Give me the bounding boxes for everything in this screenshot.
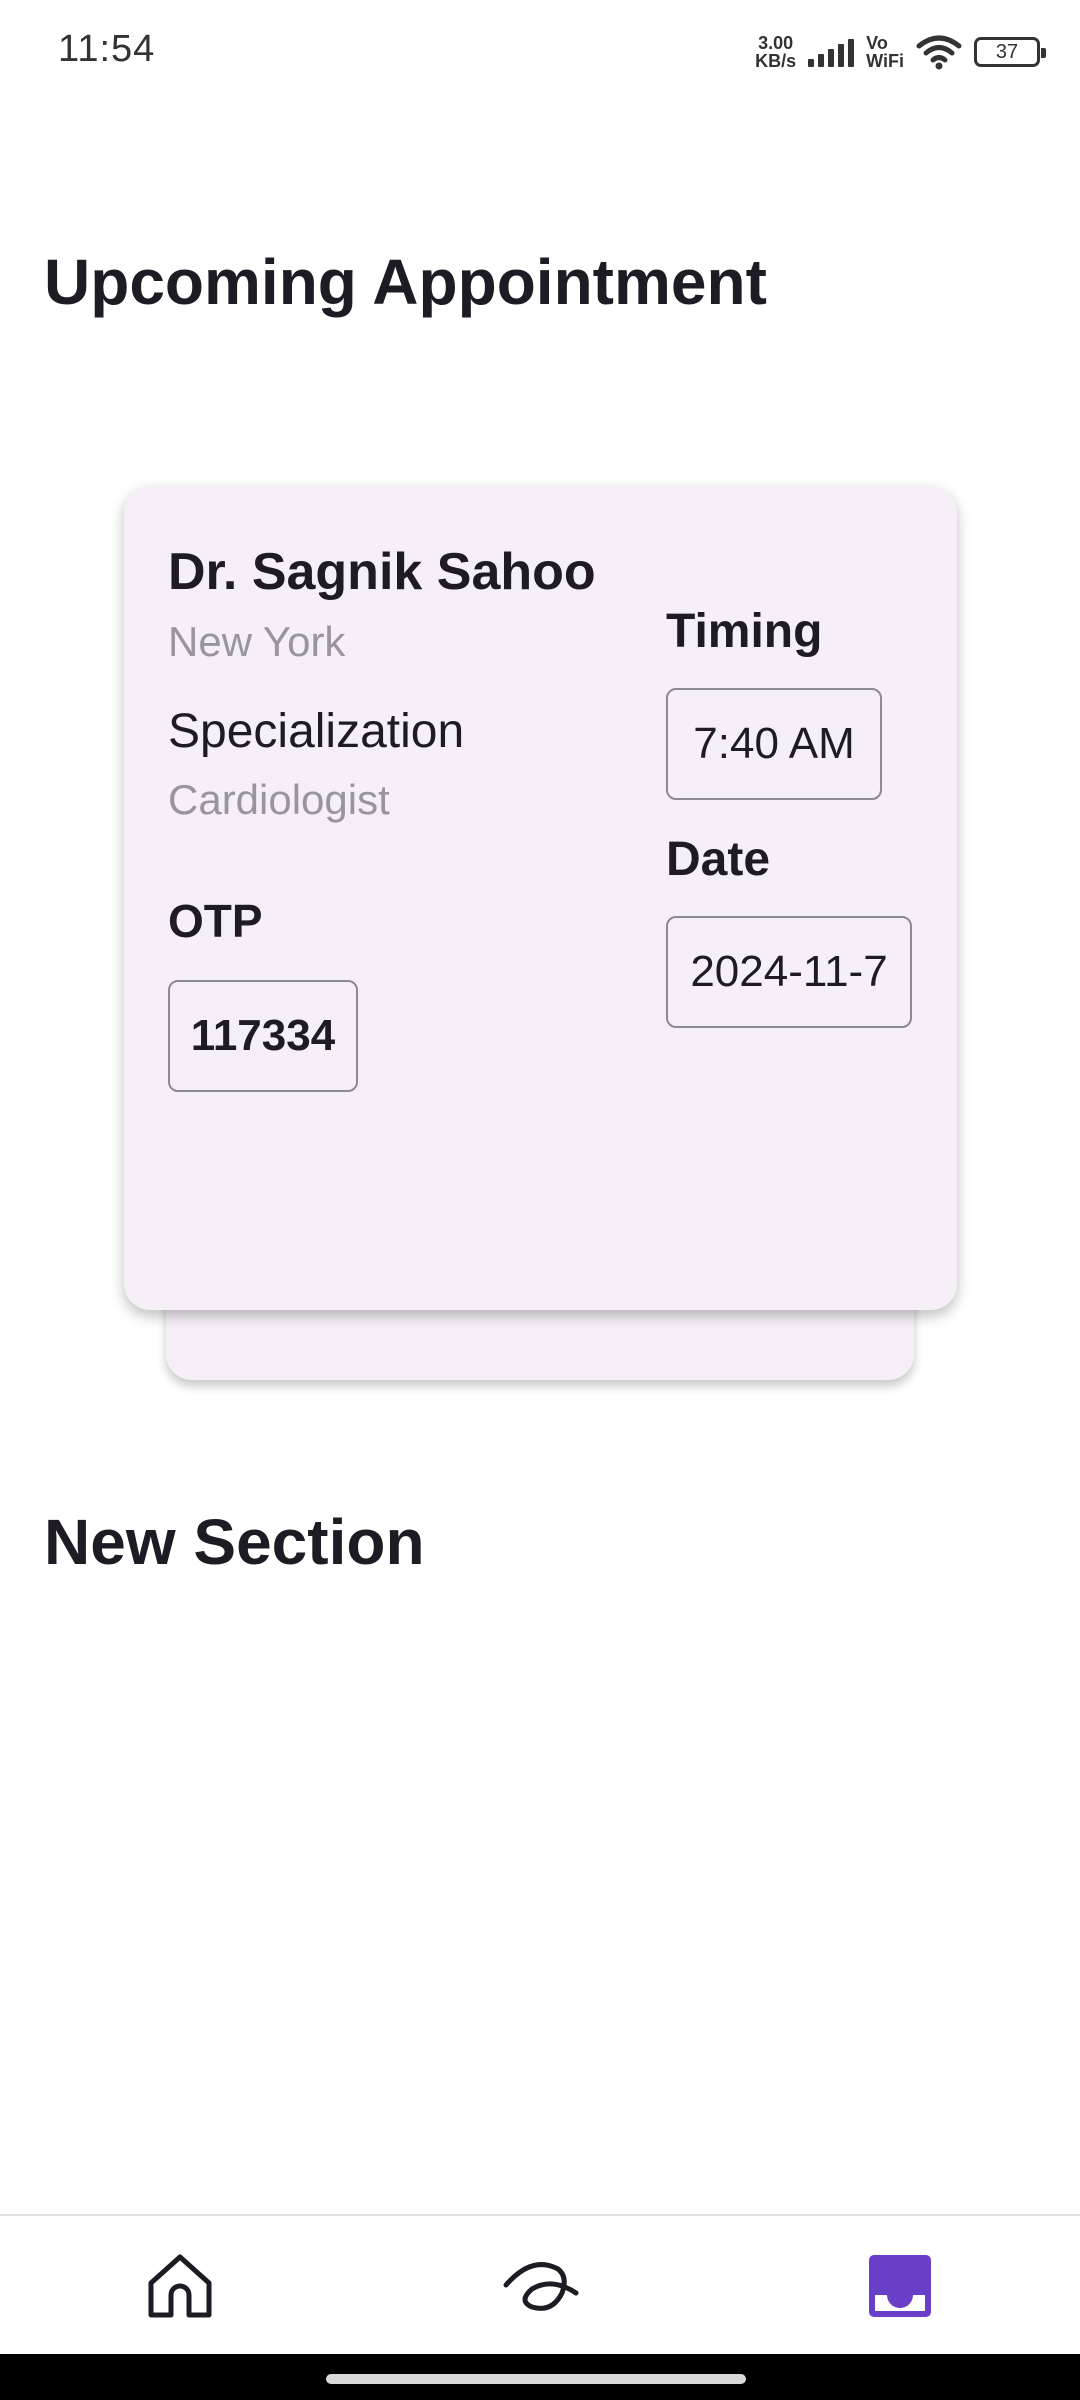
bottom-nav [0, 2214, 1080, 2354]
vowifi-label: Vo WiFi [866, 34, 904, 70]
net-speed: 3.00 KB/s [755, 34, 796, 70]
scribble-icon [503, 2262, 579, 2311]
appointment-card[interactable]: Dr. Sagnik Sahoo New York Specialization… [124, 486, 957, 1310]
nav-inbox[interactable] [860, 2246, 940, 2326]
inbox-icon [869, 2255, 931, 2317]
doctor-city: New York [168, 618, 346, 665]
vowifi-bottom: WiFi [866, 51, 904, 71]
otp-value: 117334 [168, 980, 358, 1092]
new-section-title: New Section [44, 1506, 425, 1578]
status-icons: 3.00 KB/s Vo WiFi 37 [755, 30, 1046, 74]
status-time: 11:54 [58, 28, 156, 70]
timing-value: 7:40 AM [666, 688, 882, 800]
nav-home[interactable] [140, 2246, 220, 2326]
battery-level: 37 [995, 40, 1019, 63]
date-value: 2024-11-7 [666, 916, 912, 1028]
battery-icon: 37 [974, 37, 1046, 67]
otp-label: OTP [168, 895, 263, 947]
page-title: Upcoming Appointment [44, 246, 767, 318]
signal-icon [808, 37, 855, 67]
vowifi-top: Vo [866, 33, 888, 53]
status-bar: 11:54 3.00 KB/s Vo WiFi 37 [0, 0, 1080, 104]
nav-scribble[interactable] [502, 2246, 582, 2326]
net-speed-unit: KB/s [755, 51, 797, 71]
date-label: Date [666, 833, 771, 886]
doctor-name: Dr. Sagnik Sahoo [168, 543, 596, 601]
system-gesture-bar [0, 2354, 1080, 2400]
timing-label: Timing [666, 605, 823, 658]
net-speed-value: 3.00 [758, 33, 794, 53]
specialization-label: Specialization [168, 705, 465, 758]
wifi-icon [916, 34, 962, 70]
specialization-value: Cardiologist [168, 776, 390, 823]
gesture-handle[interactable] [326, 2374, 746, 2384]
home-icon [148, 2254, 212, 2318]
